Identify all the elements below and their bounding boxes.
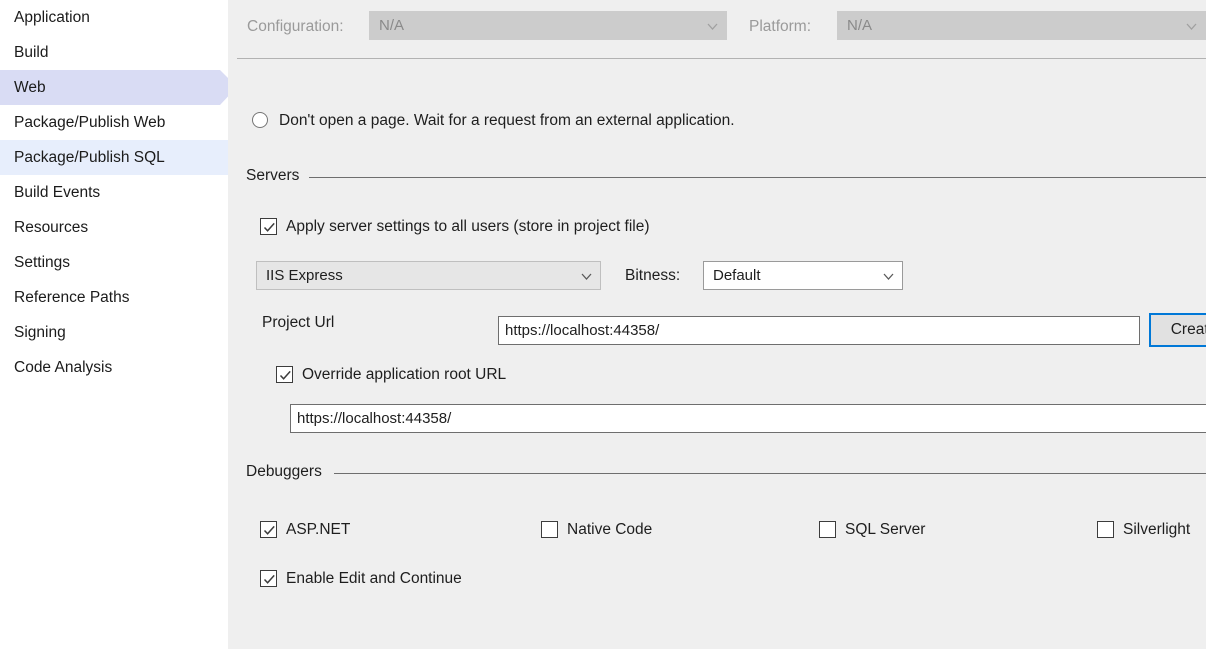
sidebar-item-label: Build Events — [14, 184, 101, 201]
sidebar-item-application[interactable]: Application — [0, 0, 228, 35]
header-divider — [237, 58, 1206, 59]
debugger-silverlight-label: Silverlight — [1123, 521, 1191, 538]
enable-edit-and-continue-label: Enable Edit and Continue — [286, 570, 462, 587]
project-url-input[interactable]: https://localhost:44358/ — [498, 316, 1140, 345]
debugger-aspnet-checkbox[interactable] — [260, 521, 277, 538]
override-root-url-input[interactable]: https://localhost:44358/ — [290, 404, 1206, 433]
sidebar-item-web[interactable]: Web — [0, 70, 228, 105]
group-rule — [309, 177, 1206, 178]
project-url-label: Project Url — [262, 314, 335, 331]
sidebar-item-label: Package/Publish SQL — [14, 149, 165, 166]
dont-open-page-radio[interactable] — [252, 112, 268, 128]
chevron-down-icon — [1186, 23, 1197, 32]
sidebar-item-build[interactable]: Build — [0, 35, 228, 70]
platform-value: N/A — [847, 17, 873, 34]
servers-group-header: Servers — [246, 165, 1206, 187]
apply-server-settings-label: Apply server settings to all users (stor… — [286, 218, 650, 235]
sidebar-item-label: Package/Publish Web — [14, 114, 166, 131]
platform-dropdown: N/A — [837, 11, 1206, 40]
create-button-label: Create — [1170, 321, 1206, 338]
sidebar-item-label: Build — [14, 44, 49, 61]
configuration-label: Configuration: — [247, 18, 344, 35]
configuration-dropdown: N/A — [369, 11, 727, 40]
debugger-native-code-checkbox[interactable] — [541, 521, 558, 538]
override-root-url-label: Override application root URL — [302, 366, 507, 383]
sidebar-item-label: Reference Paths — [14, 289, 130, 306]
platform-label: Platform: — [749, 18, 812, 35]
configuration-platform-row: Configuration: N/A Platform: N/A — [228, 0, 1206, 45]
debuggers-group-header: Debuggers — [246, 461, 1206, 483]
server-value: IIS Express — [266, 267, 343, 284]
server-dropdown[interactable]: IIS Express — [256, 261, 601, 290]
project-url-value: https://localhost:44358/ — [505, 322, 660, 339]
category-sidebar: Application Build Web Package/Publish We… — [0, 0, 228, 649]
sidebar-item-label: Application — [14, 9, 90, 26]
chevron-down-icon — [581, 273, 592, 282]
debugger-native-code-label: Native Code — [567, 521, 653, 538]
sidebar-item-signing[interactable]: Signing — [0, 315, 228, 350]
dont-open-page-label: Don't open a page. Wait for a request fr… — [279, 112, 735, 129]
override-root-url-checkbox[interactable] — [276, 366, 293, 383]
sidebar-item-package-publish-sql[interactable]: Package/Publish SQL — [0, 140, 228, 175]
sidebar-item-reference-paths[interactable]: Reference Paths — [0, 280, 228, 315]
debugger-aspnet-label: ASP.NET — [286, 521, 351, 538]
servers-group-title: Servers — [246, 165, 310, 187]
sidebar-item-label: Code Analysis — [14, 359, 113, 376]
configuration-value: N/A — [379, 17, 405, 34]
selection-pointer-icon — [220, 70, 228, 105]
create-virtual-directory-button[interactable]: Create — [1149, 313, 1206, 347]
enable-edit-and-continue-checkbox[interactable] — [260, 570, 277, 587]
debugger-sql-server-checkbox[interactable] — [819, 521, 836, 538]
bitness-dropdown[interactable]: Default — [703, 261, 903, 290]
chevron-down-icon — [883, 273, 894, 282]
project-properties-window: Application Build Web Package/Publish We… — [0, 0, 1206, 649]
bitness-label: Bitness: — [625, 267, 681, 284]
sidebar-item-label: Resources — [14, 219, 89, 236]
sidebar-item-label: Signing — [14, 324, 66, 341]
sidebar-item-resources[interactable]: Resources — [0, 210, 228, 245]
group-rule — [334, 473, 1206, 474]
sidebar-item-package-publish-web[interactable]: Package/Publish Web — [0, 105, 228, 140]
debugger-silverlight-checkbox[interactable] — [1097, 521, 1114, 538]
sidebar-item-build-events[interactable]: Build Events — [0, 175, 228, 210]
debugger-sql-server-label: SQL Server — [845, 521, 926, 538]
web-settings-panel: Configuration: N/A Platform: N/A Don't o… — [228, 0, 1206, 649]
sidebar-item-settings[interactable]: Settings — [0, 245, 228, 280]
sidebar-item-label: Web — [14, 79, 46, 96]
apply-server-settings-checkbox[interactable] — [260, 218, 277, 235]
debuggers-group-title: Debuggers — [246, 461, 332, 483]
chevron-down-icon — [707, 23, 718, 32]
bitness-value: Default — [713, 267, 761, 284]
override-root-url-value: https://localhost:44358/ — [297, 410, 452, 427]
sidebar-item-label: Settings — [14, 254, 71, 271]
sidebar-item-code-analysis[interactable]: Code Analysis — [0, 350, 228, 385]
